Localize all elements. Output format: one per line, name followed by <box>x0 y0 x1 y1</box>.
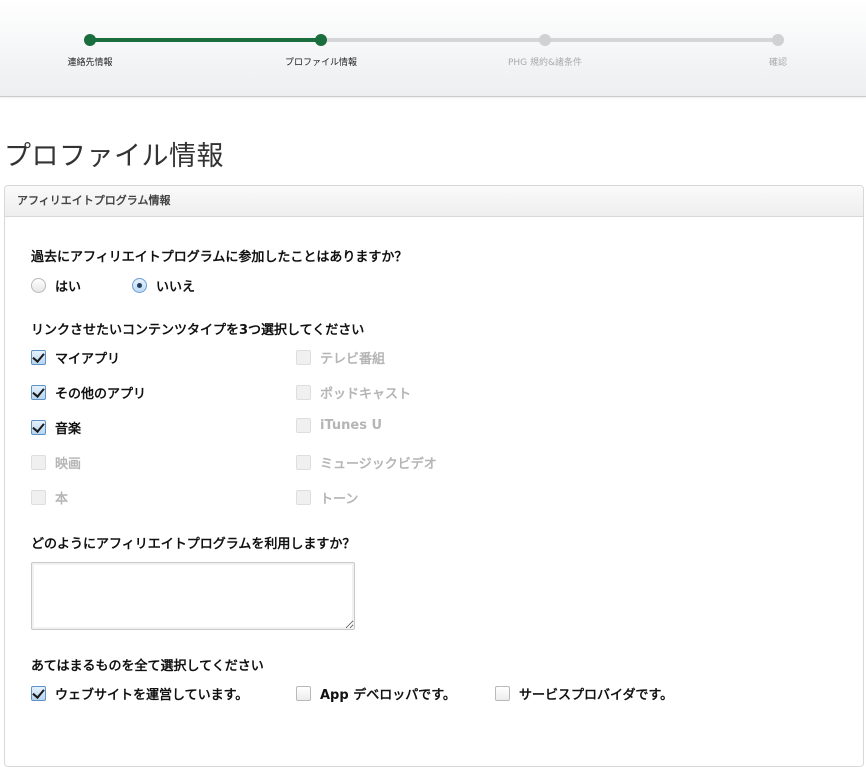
checkbox-movies <box>31 455 46 470</box>
checkbox-label-books: 本 <box>55 492 69 507</box>
affiliate-info-panel: アフィリエイトプログラム情報 <box>4 185 864 767</box>
checkbox-option-other-apps[interactable]: その他のアプリ <box>31 383 146 402</box>
step-label-terms: PHG 規約&諸条件 <box>507 58 583 68</box>
checkbox-label-itunes-u: iTunes U <box>320 418 383 433</box>
checkbox-label-website: ウェブサイトを運営しています。 <box>55 688 249 703</box>
usage-textarea[interactable] <box>31 562 355 630</box>
panel-header: アフィリエイトプログラム情報 <box>5 186 863 217</box>
checkbox-label-podcasts: ポッドキャスト <box>320 387 412 402</box>
step-label-confirm: 確認 <box>768 58 788 68</box>
step-dot-profile <box>315 34 327 46</box>
checkbox-option-tones: トーン <box>296 488 358 507</box>
checkbox-app-developer[interactable] <box>296 686 311 701</box>
question-previous-participation: 過去にアフィリエイトプログラムに参加したことはありますか？ <box>31 250 408 265</box>
checkbox-option-music-videos: ミュージックビデオ <box>296 453 437 472</box>
radio-label-no: いいえ <box>156 280 196 295</box>
step-label-profile: プロファイル情報 <box>284 58 358 68</box>
checkbox-label-tones: トーン <box>320 492 359 507</box>
checkbox-option-movies: 映画 <box>31 453 81 472</box>
page-title: プロファイル情報 <box>4 141 224 172</box>
checkbox-label-app-developer: App デベロッパです。 <box>320 688 456 703</box>
checkbox-option-itunes-u: iTunes U <box>296 418 382 433</box>
checkbox-option-my-apps[interactable]: マイアプリ <box>31 348 120 367</box>
checkbox-tv-shows <box>296 350 311 365</box>
checkbox-tones <box>296 490 311 505</box>
checkbox-option-service-provider[interactable]: サービスプロバイダです。 <box>495 684 673 703</box>
step-dot-terms <box>539 34 551 46</box>
checkbox-label-my-apps: マイアプリ <box>55 352 121 367</box>
checkbox-option-tv-shows: テレビ番組 <box>296 348 385 367</box>
checkbox-service-provider[interactable] <box>495 686 510 701</box>
checkbox-option-website[interactable]: ウェブサイトを運営しています。 <box>31 684 248 703</box>
step-label-contact: 連絡先情報 <box>67 58 113 68</box>
checkbox-podcasts <box>296 385 311 400</box>
radio-option-yes[interactable]: はい <box>31 276 81 295</box>
radio-no[interactable] <box>132 278 147 293</box>
checkbox-option-app-developer[interactable]: App デベロッパです。 <box>296 684 456 703</box>
radio-yes[interactable] <box>31 278 46 293</box>
checkbox-label-other-apps: その他のアプリ <box>55 387 147 402</box>
checkbox-itunes-u <box>296 418 311 433</box>
step-dot-confirm <box>772 34 784 46</box>
checkbox-other-apps[interactable] <box>31 385 46 400</box>
checkbox-label-service-provider: サービスプロバイダです。 <box>519 688 674 703</box>
question-usage: どのようにアフィリエイトプログラムを利用しますか？ <box>31 537 356 552</box>
checkbox-website[interactable] <box>31 686 46 701</box>
checkbox-books <box>31 490 46 505</box>
checkbox-music[interactable] <box>31 420 46 435</box>
question-select-all: あてはまるものを全て選択してください <box>31 659 264 674</box>
progress-header: 連絡先情報 プロファイル情報 PHG 規約&諸条件 確認 <box>0 0 866 97</box>
checkbox-option-music[interactable]: 音楽 <box>31 418 81 437</box>
checkbox-label-tv-shows: テレビ番組 <box>320 352 386 367</box>
radio-option-no[interactable]: いいえ <box>132 276 195 295</box>
checkbox-label-movies: 映画 <box>55 457 82 472</box>
checkbox-option-books: 本 <box>31 488 68 507</box>
question-content-types: リンクさせたいコンテンツタイプを3つ選択してください <box>31 323 365 338</box>
checkbox-my-apps[interactable] <box>31 350 46 365</box>
checkbox-label-music: 音楽 <box>55 422 82 437</box>
checkbox-option-podcasts: ポッドキャスト <box>296 383 411 402</box>
checkbox-music-videos <box>296 455 311 470</box>
radio-label-yes: はい <box>55 280 82 295</box>
step-dot-contact <box>84 34 96 46</box>
checkbox-label-music-videos: ミュージックビデオ <box>320 457 437 472</box>
progress-track-complete <box>90 38 321 42</box>
